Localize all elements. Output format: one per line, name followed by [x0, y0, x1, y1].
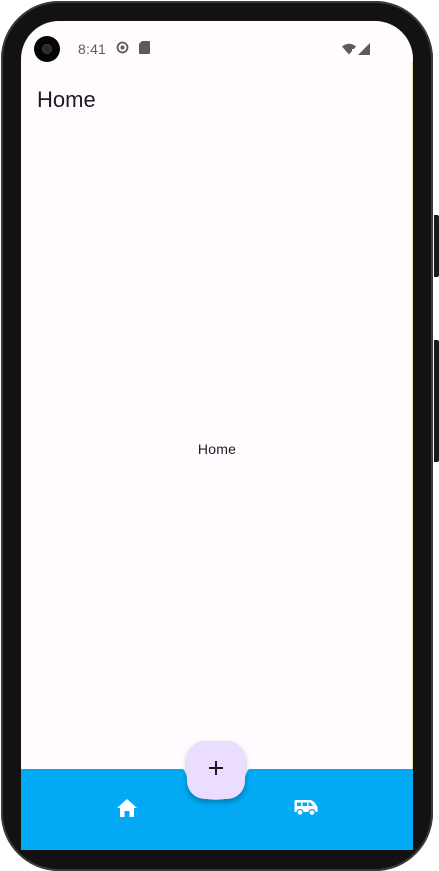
body-label: Home [197, 441, 237, 457]
sync-status-icon [116, 41, 129, 59]
van-icon [294, 799, 318, 821]
home-icon [117, 798, 137, 822]
page-title: Home [37, 87, 96, 112]
phone-frame: 8:41 Home Home [0, 0, 439, 871]
nav-home-button[interactable] [111, 797, 143, 823]
volume-button [434, 215, 439, 277]
camera-cutout [34, 36, 60, 62]
screen: 8:41 Home Home [21, 21, 413, 850]
plus-icon [208, 760, 224, 781]
add-fab-button[interactable] [187, 741, 245, 799]
power-button [434, 340, 439, 462]
signal-icon [358, 42, 370, 60]
status-bar: 8:41 [21, 21, 413, 73]
wifi-icon [342, 42, 356, 60]
sd-card-icon [139, 41, 150, 59]
nav-van-button[interactable] [290, 797, 322, 823]
status-time: 8:41 [78, 41, 107, 57]
